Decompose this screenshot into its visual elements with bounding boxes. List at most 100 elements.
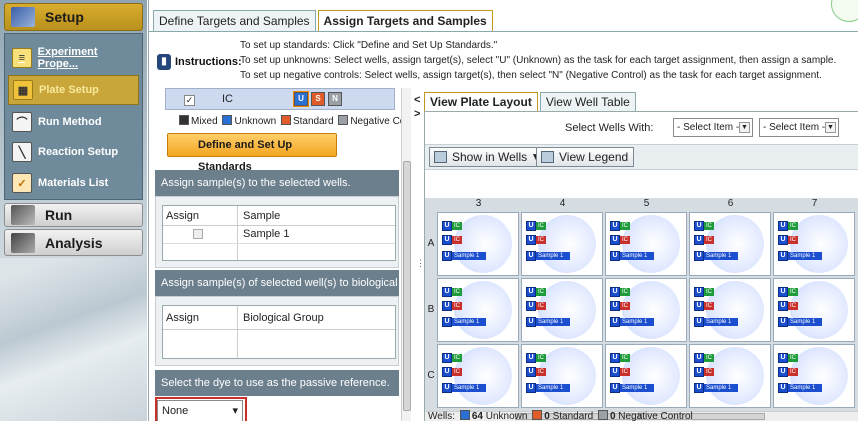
well-assignment: U Sample 1	[694, 383, 738, 393]
task-negative-button[interactable]: N	[328, 92, 342, 106]
task-unknown-icon: U	[778, 251, 788, 261]
column-header[interactable]: 7	[773, 198, 856, 210]
row-header[interactable]: C	[425, 370, 437, 381]
collapse-left-icon[interactable]: <	[414, 94, 420, 106]
expand-right-icon[interactable]: >	[414, 108, 420, 120]
well-assignment: U IC	[694, 367, 714, 377]
select-wells-dropdown-1[interactable]: - Select Item - ▼	[673, 118, 753, 137]
column-header[interactable]: 5	[605, 198, 688, 210]
well-assignment: U IC	[778, 367, 798, 377]
row-header[interactable]: A	[425, 238, 437, 249]
graph-icon: ⌒	[12, 112, 32, 132]
select-wells-dropdown-2[interactable]: - Select Item - ▼	[759, 118, 839, 137]
task-standard-button[interactable]: S	[311, 92, 325, 106]
plate-icon: ▦	[13, 80, 33, 100]
plate-well[interactable]: U IC U IC U Sample 1	[605, 212, 687, 276]
sidebar-item-run-method[interactable]: ⌒ Run Method	[8, 107, 139, 137]
chevron-down-icon: ▼	[739, 122, 750, 133]
well-tag: IC	[788, 302, 798, 310]
plate-well[interactable]: U IC U IC U Sample 1	[773, 212, 855, 276]
plate-well[interactable]: U IC U IC U Sample 1	[437, 278, 519, 342]
assign-checkbox[interactable]	[193, 229, 203, 239]
plate-well[interactable]: U IC U IC U Sample 1	[773, 278, 855, 342]
task-unknown-icon: U	[694, 383, 704, 393]
help-badge-icon[interactable]	[831, 0, 858, 22]
sidebar-item-experiment-properties[interactable]: ≡ Experiment Prope...	[8, 43, 139, 73]
sidebar-item-plate-setup[interactable]: ▦ Plate Setup	[8, 75, 139, 105]
plate-well[interactable]: U IC U IC U Sample 1	[773, 344, 855, 408]
well-tag: IC	[620, 236, 630, 244]
define-standards-button[interactable]: Define and Set Up Standards	[167, 133, 337, 173]
row-header[interactable]: B	[425, 304, 437, 315]
well-assignment: U IC	[526, 221, 546, 231]
nav-setup-button[interactable]: Setup	[4, 3, 143, 31]
bio-group-table: Assign Biological Group	[162, 305, 396, 359]
tab-view-well-table[interactable]: View Well Table	[539, 92, 636, 112]
assign-panel: ✓ IC U S N Mixed Unknown Standard Negati…	[155, 88, 413, 421]
sidebar-item-label: Plate Setup	[39, 84, 99, 96]
well-assignment: U Sample 1	[778, 251, 822, 261]
well-assignment: U Sample 1	[694, 317, 738, 327]
nav-analysis-button[interactable]: Analysis	[4, 229, 143, 256]
plate-well[interactable]: U IC U IC U Sample 1	[437, 212, 519, 276]
plate-well[interactable]: U IC U IC U Sample 1	[689, 344, 771, 408]
column-header[interactable]: 6	[689, 198, 772, 210]
plate-well[interactable]: U IC U IC U Sample 1	[521, 344, 603, 408]
column-header[interactable]: 3	[437, 198, 520, 210]
task-unknown-icon: U	[610, 235, 620, 245]
plate-well[interactable]: U IC U IC U Sample 1	[521, 212, 603, 276]
task-unknown-icon: U	[442, 221, 452, 231]
left-pane-scrollbar[interactable]	[401, 88, 411, 421]
scrollbar-thumb[interactable]	[403, 161, 411, 411]
sidebar-item-reaction-setup[interactable]: ╲ Reaction Setup	[8, 137, 139, 167]
well-tag: Sample 1	[452, 252, 486, 260]
plate-well[interactable]: U IC U IC U Sample 1	[689, 278, 771, 342]
task-unknown-icon: U	[610, 287, 620, 297]
plate-well[interactable]: U IC U IC U Sample 1	[521, 278, 603, 342]
well-assignment: U IC	[694, 235, 714, 245]
task-unknown-icon: U	[526, 353, 536, 363]
setup-subpanel: ≡ Experiment Prope... ▦ Plate Setup ⌒ Ru…	[4, 33, 143, 200]
sidebar-item-materials-list[interactable]: ✓ Materials List	[8, 168, 139, 198]
well-assignment: U IC	[526, 235, 546, 245]
tab-define-targets[interactable]: Define Targets and Samples	[153, 10, 316, 32]
column-divider	[237, 306, 238, 358]
tab-view-plate-layout[interactable]: View Plate Layout	[424, 92, 538, 112]
table-row[interactable]: Sample 1	[163, 226, 395, 244]
well-assignment: U Sample 1	[526, 317, 570, 327]
well-tag: IC	[452, 354, 462, 362]
plate-well[interactable]: U IC U IC U Sample 1	[437, 344, 519, 408]
plate-well[interactable]: U IC U IC U Sample 1	[689, 212, 771, 276]
plate-well[interactable]: U IC U IC U Sample 1	[605, 344, 687, 408]
task-unknown-icon: U	[526, 221, 536, 231]
well-summary: Wells: 64 Unknown 0 Standard 0 Negative …	[428, 410, 693, 421]
plate-well[interactable]: U IC U IC U Sample 1	[605, 278, 687, 342]
task-unknown-icon: U	[526, 317, 536, 327]
task-unknown-icon: U	[610, 383, 620, 393]
setup-tabs: Define Targets and Samples Assign Target…	[153, 10, 495, 32]
well-assignment: U IC	[442, 287, 462, 297]
task-unknown-icon: U	[778, 221, 788, 231]
define-standards-label: Define and Set Up Standards	[198, 139, 293, 173]
plate-grid[interactable]: 34567 A U IC U IC U Sample 1 U IC U IC U Sample 1 U IC…	[425, 198, 858, 413]
task-unknown-icon: U	[610, 251, 620, 261]
column-header[interactable]: 4	[521, 198, 604, 210]
well-tag: IC	[620, 222, 630, 230]
well-assignment: U Sample 1	[778, 383, 822, 393]
tab-assign-targets[interactable]: Assign Targets and Samples	[317, 10, 493, 32]
well-tag: IC	[536, 368, 546, 376]
view-legend-button[interactable]: View Legend	[536, 147, 635, 167]
task-unknown-icon: U	[778, 235, 788, 245]
lab-background-image	[0, 258, 147, 421]
task-unknown-button[interactable]: U	[293, 91, 309, 107]
task-unknown-icon: U	[778, 367, 788, 377]
nav-run-button[interactable]: Run	[4, 203, 143, 227]
pane-splitter[interactable]: < > ⋮	[414, 88, 425, 421]
well-tag: IC	[704, 222, 714, 230]
task-unknown-icon: U	[442, 367, 452, 377]
show-in-wells-button[interactable]: Show in Wells ▼	[429, 147, 549, 167]
column-header-assign: Assign	[166, 312, 200, 324]
target-checkbox[interactable]: ✓	[184, 95, 195, 106]
task-unknown-icon: U	[694, 353, 704, 363]
target-row[interactable]: ✓ IC U S N	[165, 88, 395, 110]
